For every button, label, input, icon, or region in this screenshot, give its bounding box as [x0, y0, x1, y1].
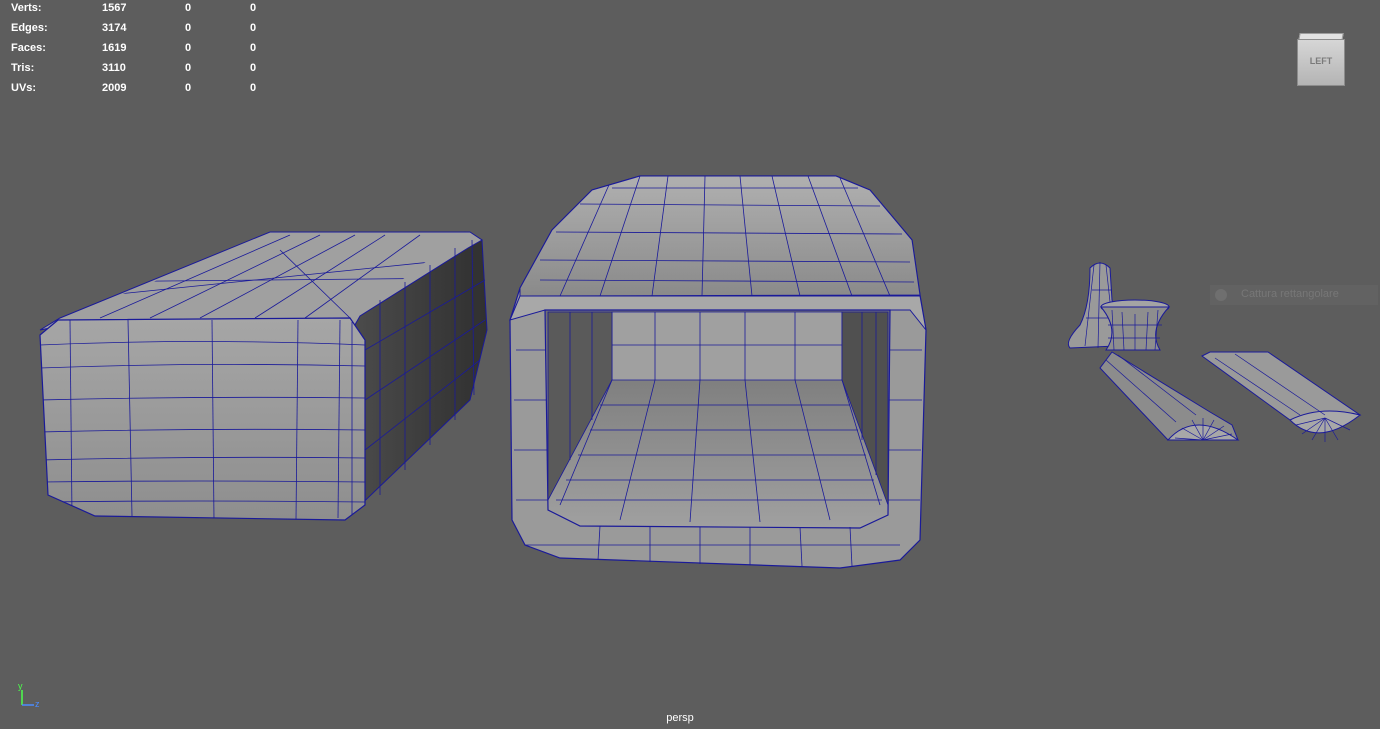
hud-label: Tris: — [11, 62, 35, 74]
handle-right-body — [1201, 351, 1362, 421]
hud-value-component: 0 — [250, 2, 257, 14]
shell-mesh[interactable] — [509, 175, 927, 569]
hud-value-object: 3174 — [102, 22, 127, 34]
rectangle-capture-tooltip: Cattura rettangolare — [1210, 285, 1378, 305]
poly-count-hud: Verts: 1567 0 0 Edges: 3174 0 0 Faces: 1… — [0, 0, 270, 100]
hud-value-component: 0 — [250, 22, 257, 34]
hud-value-component: 0 — [250, 42, 257, 54]
hud-value-object: 1619 — [102, 42, 127, 54]
hud-row-uvs: UVs: 2009 0 0 — [0, 80, 270, 100]
hud-row-tris: Tris: 3110 0 0 — [0, 60, 270, 80]
hud-value-object: 1567 — [102, 2, 127, 14]
hud-value-selected: 0 — [185, 42, 192, 54]
hud-value-selected: 0 — [185, 2, 192, 14]
hud-row-faces: Faces: 1619 0 0 — [0, 40, 270, 60]
hud-row-edges: Edges: 3174 0 0 — [0, 20, 270, 40]
viewport-canvas[interactable]: y z — [0, 0, 1380, 729]
hud-value-selected: 0 — [185, 62, 192, 74]
hud-label: Edges: — [11, 22, 48, 34]
hud-value-component: 0 — [250, 82, 257, 94]
hud-value-selected: 0 — [185, 22, 192, 34]
bathtub-front-face — [39, 317, 366, 521]
viewcube-label: LEFT — [1309, 56, 1333, 66]
faucet-base-mesh[interactable] — [1099, 299, 1171, 351]
shell-top-face — [519, 175, 921, 297]
tooltip-text: Cattura rettangolare — [1241, 288, 1339, 300]
axis-gizmo: y z — [18, 681, 40, 709]
camera-name-label: persp — [666, 712, 694, 724]
hud-row-verts: Verts: 1567 0 0 — [0, 0, 270, 20]
axis-z-label: z — [35, 699, 40, 709]
hud-value-object: 2009 — [102, 82, 127, 94]
hud-value-selected: 0 — [185, 82, 192, 94]
bathtub-mesh[interactable] — [39, 231, 488, 521]
shell-inner-back — [611, 311, 843, 381]
hud-label: Faces: — [11, 42, 46, 54]
hud-value-component: 0 — [250, 62, 257, 74]
hud-label: Verts: — [11, 2, 42, 14]
axis-y-label: y — [18, 681, 23, 691]
hud-label: UVs: — [11, 82, 37, 94]
viewcube[interactable]: LEFT — [1297, 33, 1346, 86]
hud-value-object: 3110 — [102, 62, 126, 74]
capture-icon — [1215, 289, 1227, 301]
